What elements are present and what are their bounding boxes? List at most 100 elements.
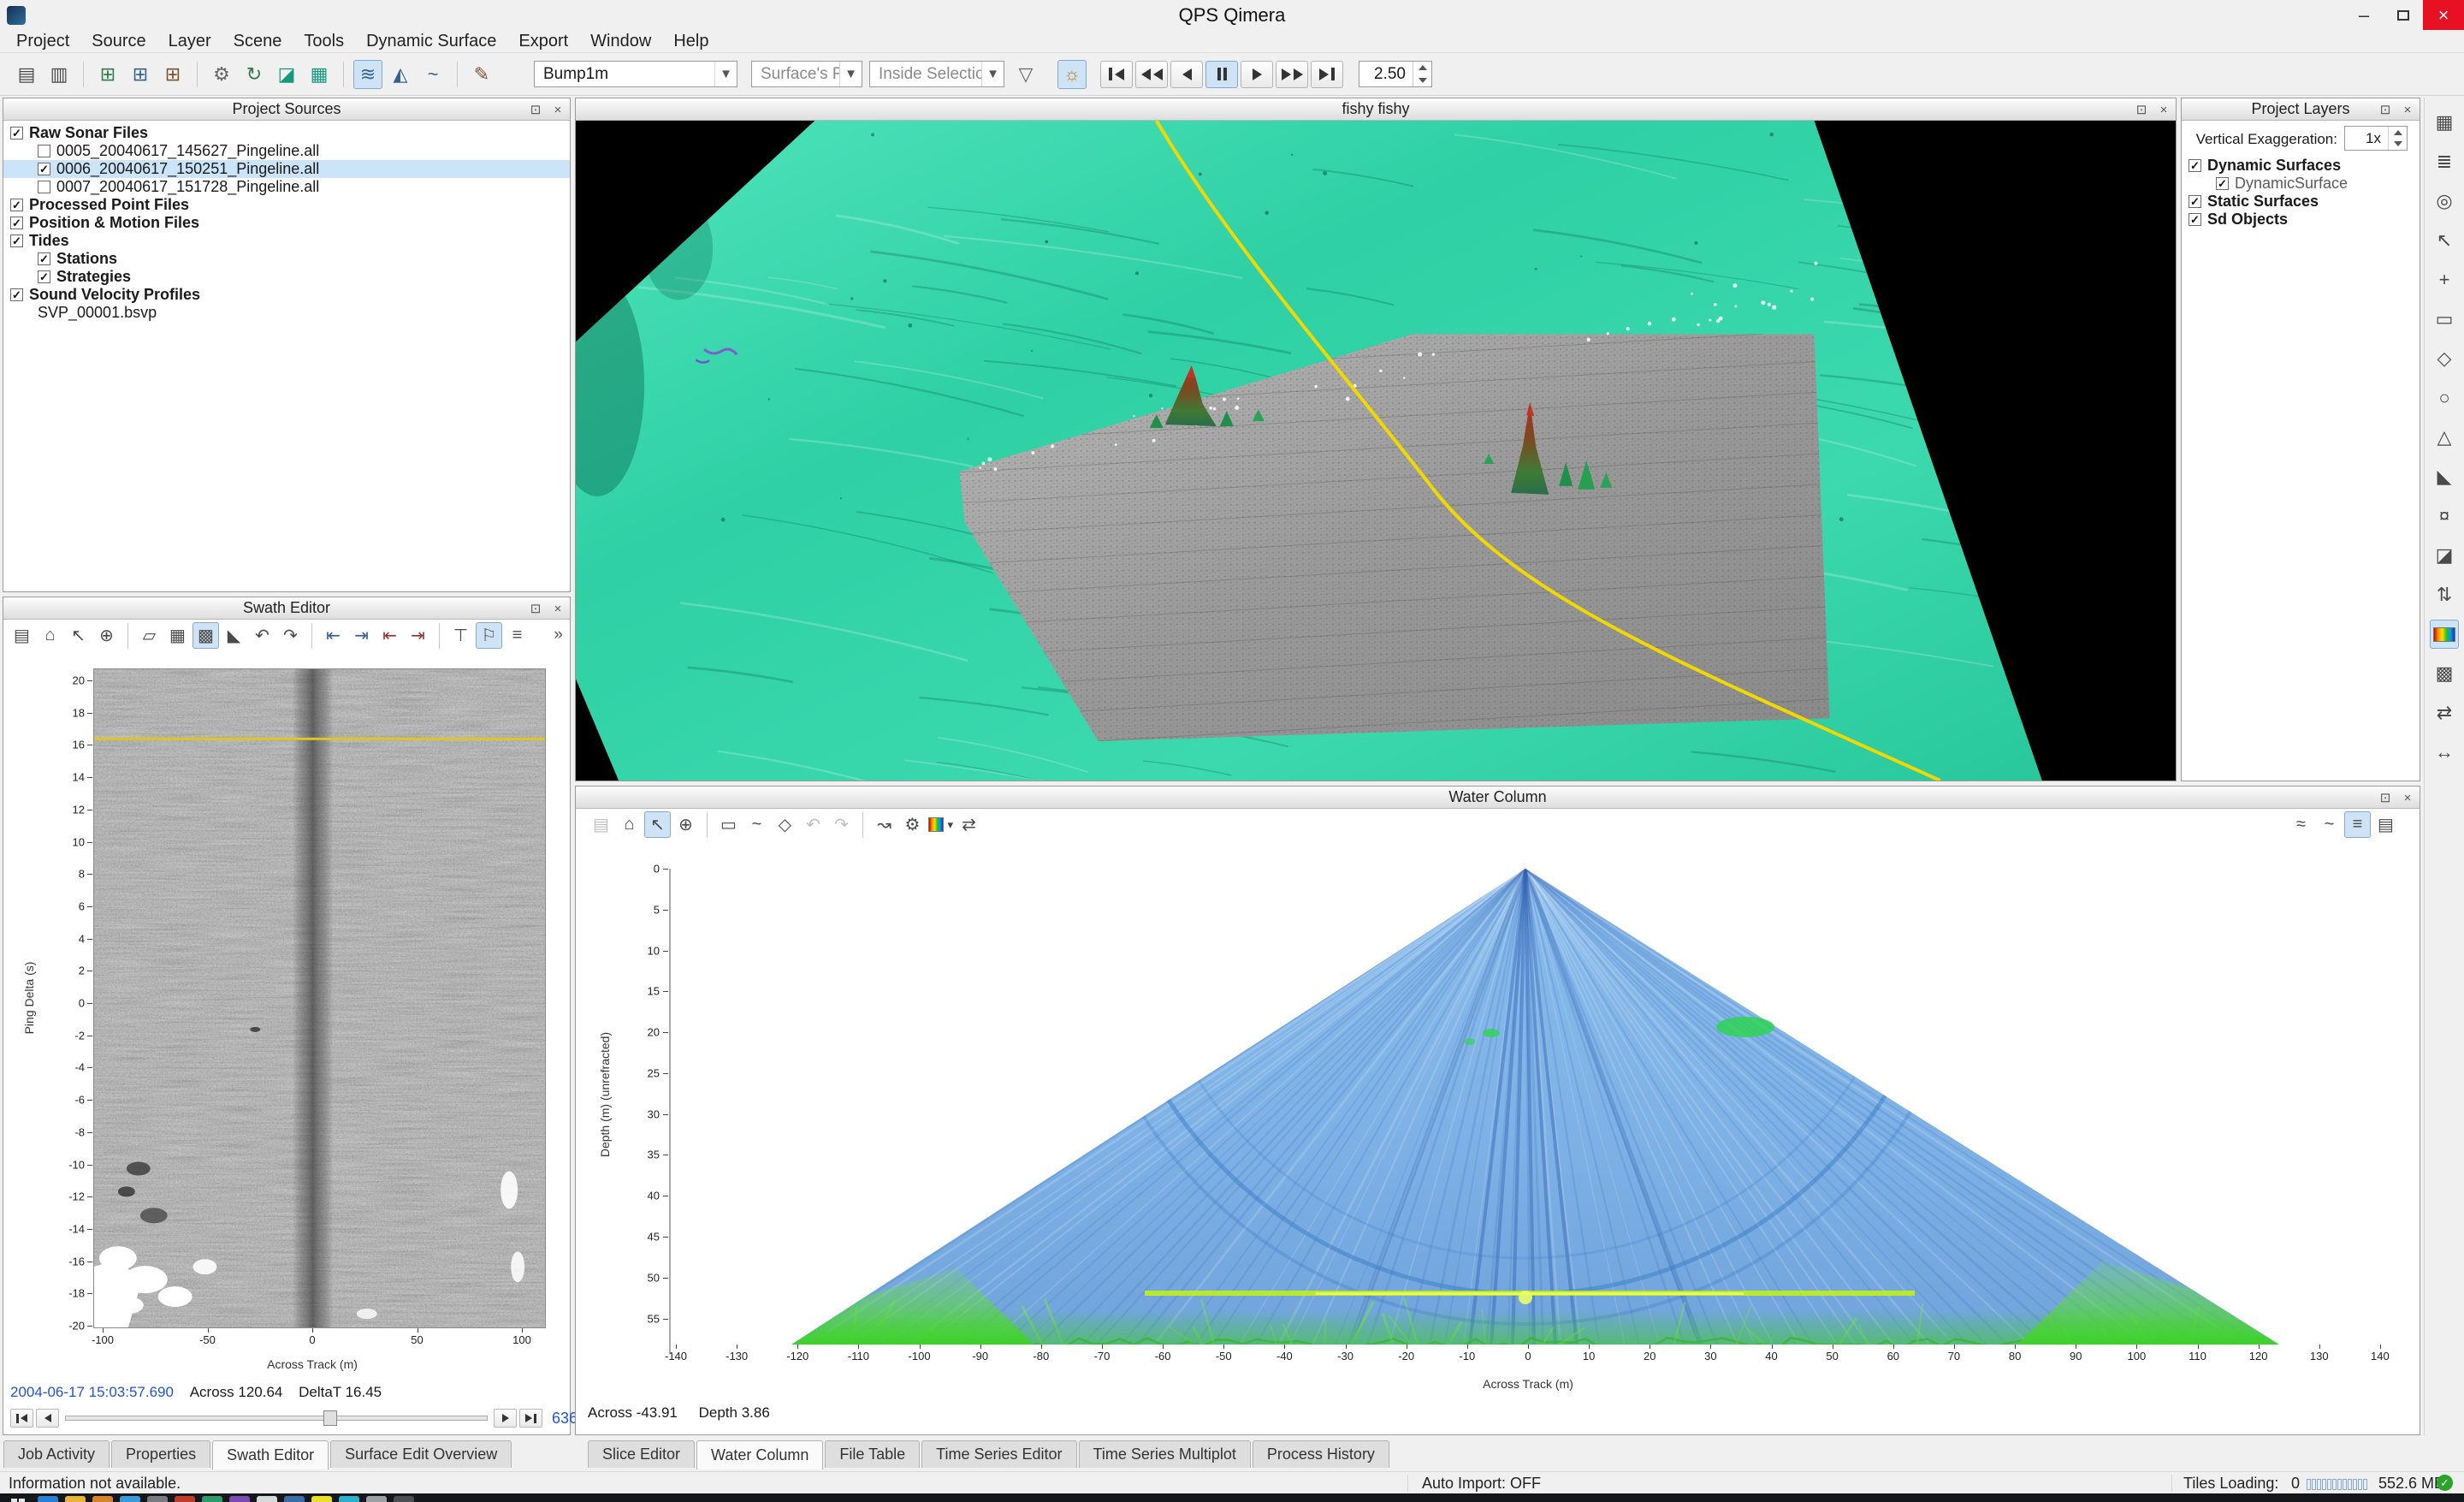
erase-icon[interactable]: ▱ xyxy=(136,622,163,649)
menu-item-window[interactable]: Window xyxy=(579,30,662,53)
selection-mode-combo[interactable]: Inside Selection ▼ xyxy=(869,61,1004,87)
taskbar-app-11[interactable] xyxy=(311,1496,332,1502)
tab-water-column[interactable]: Water Column xyxy=(696,1440,823,1469)
undo-icon[interactable]: ↶ xyxy=(249,622,275,649)
spin-up-button[interactable] xyxy=(2389,127,2407,139)
tree-item-0005-20040617-145627-pingeline-all[interactable]: 0005_20040617_145627_Pingeline.all xyxy=(3,142,570,160)
zoom-icon[interactable]: ⊕ xyxy=(93,622,120,649)
playback-speed-spinbox[interactable]: 2.50 xyxy=(1359,61,1432,87)
tree-checkbox[interactable]: ✓ xyxy=(2189,213,2201,226)
tree-item-0007-20040617-151728-pingeline-all[interactable]: 0007_20040617_151728_Pingeline.all xyxy=(3,178,570,196)
fast-forward-button[interactable] xyxy=(1276,61,1308,88)
redo-icon[interactable]: ↷ xyxy=(828,811,855,838)
beam-pick-icon[interactable]: ↝ xyxy=(871,811,897,838)
taskbar-app-5[interactable] xyxy=(147,1496,168,1502)
menu-item-source[interactable]: Source xyxy=(80,30,157,53)
menu-item-project[interactable]: Project xyxy=(5,30,80,53)
taskbar-app-8[interactable] xyxy=(229,1496,250,1502)
spin-up-button[interactable] xyxy=(1413,62,1431,74)
tree-item-position-motion-files[interactable]: ✓Position & Motion Files xyxy=(3,214,570,232)
taskbar-app-13[interactable] xyxy=(366,1496,387,1502)
tree-item-strategies[interactable]: ✓Strategies xyxy=(3,268,570,286)
water-column-fan[interactable] xyxy=(666,865,2387,1365)
float-panel-icon[interactable]: ⊡ xyxy=(527,102,544,117)
pan-view-icon[interactable]: ↔ xyxy=(2430,738,2459,767)
rewind-button[interactable] xyxy=(1135,61,1168,88)
next-ping-button[interactable] xyxy=(494,1409,517,1428)
tree-checkbox[interactable] xyxy=(38,145,50,157)
edit-track-icon[interactable]: ✎ xyxy=(467,60,496,89)
menu-item-help[interactable]: Help xyxy=(662,30,720,53)
profile-toggle-icon[interactable]: ~ xyxy=(418,60,447,89)
tree-checkbox[interactable]: ✓ xyxy=(10,288,23,301)
grid-icon[interactable]: ▦ xyxy=(164,622,191,649)
close-button[interactable]: × xyxy=(2423,0,2464,30)
next-ping-icon[interactable]: ⇥ xyxy=(348,622,375,649)
tree-item-stations[interactable]: ✓Stations xyxy=(3,250,570,268)
play-button[interactable] xyxy=(1241,61,1273,88)
close-panel-icon[interactable]: × xyxy=(2399,103,2416,117)
rect-select-icon[interactable]: ▭ xyxy=(2430,305,2459,334)
grid-surface-icon[interactable]: ▦ xyxy=(305,60,334,89)
spin-down-button[interactable] xyxy=(1413,74,1431,87)
step-back-button[interactable] xyxy=(1170,61,1203,88)
prev-ping-icon[interactable]: ⇤ xyxy=(320,622,346,649)
tree-item-dynamicsurface[interactable]: ✓DynamicSurface xyxy=(2182,175,2420,193)
tab-file-table[interactable]: File Table xyxy=(825,1440,920,1468)
pin-icon[interactable]: ⊤ xyxy=(447,622,474,649)
auto-process-icon[interactable]: ☼ xyxy=(1057,60,1087,89)
grid-table-icon[interactable]: ▦ xyxy=(2430,108,2459,137)
swap-views-icon[interactable]: ⇄ xyxy=(2430,698,2459,727)
close-panel-icon[interactable]: × xyxy=(2399,791,2416,805)
prev-flagged-icon[interactable]: ⇤ xyxy=(376,622,403,649)
tree-item-0006-20040617-150251-pingeline-all[interactable]: ✓0006_20040617_150251_Pingeline.all xyxy=(3,160,570,178)
taskbar-app-9[interactable] xyxy=(257,1496,277,1502)
float-panel-icon[interactable]: ⊡ xyxy=(2377,790,2394,805)
dynamic-surface-icon[interactable]: ◪ xyxy=(272,60,301,89)
stacked-view-icon[interactable]: ≡ xyxy=(2344,811,2371,838)
ellipse-select-icon[interactable]: ○ xyxy=(2430,383,2459,413)
filter-icon[interactable]: ▽ xyxy=(1011,60,1040,89)
first-ping-button[interactable] xyxy=(10,1409,33,1428)
wiggle-view-icon[interactable]: ~ xyxy=(2316,811,2343,838)
tree-checkbox[interactable]: ✓ xyxy=(2189,159,2201,172)
swath-editor-toggle-icon[interactable]: ≋ xyxy=(353,60,382,89)
tree-checkbox[interactable]: ✓ xyxy=(10,235,23,247)
tree-item-raw-sonar-files[interactable]: ✓Raw Sonar Files xyxy=(3,124,570,142)
last-ping-button[interactable] xyxy=(519,1409,542,1428)
tree-checkbox[interactable]: ✓ xyxy=(38,252,50,265)
tree-checkbox[interactable] xyxy=(38,181,50,193)
polygon-select-icon[interactable]: ◇ xyxy=(772,811,798,838)
spin-down-button[interactable] xyxy=(2389,139,2407,151)
next-flagged-icon[interactable]: ⇥ xyxy=(405,622,431,649)
tree-checkbox[interactable]: ✓ xyxy=(10,217,23,229)
tab-time-series-editor[interactable]: Time Series Editor xyxy=(921,1440,1076,1468)
shading-icon[interactable]: ◪ xyxy=(2430,541,2459,570)
tree-checkbox[interactable]: ✓ xyxy=(38,163,50,175)
report-icon[interactable]: ▤ xyxy=(2372,811,2399,838)
menu-item-layer[interactable]: Layer xyxy=(157,30,222,53)
undo-icon[interactable]: ↶ xyxy=(800,811,826,838)
close-panel-icon[interactable]: × xyxy=(549,602,566,616)
polygon-select-icon[interactable]: ◇ xyxy=(2430,344,2459,373)
vertical-exaggeration-spinbox[interactable]: 1x xyxy=(2344,126,2408,151)
water-column-toggle-icon[interactable]: ◭ xyxy=(386,60,415,89)
measure-icon[interactable]: ⇅ xyxy=(2430,580,2459,609)
tree-item-sd-objects[interactable]: ✓Sd Objects xyxy=(2182,211,2420,229)
tree-item-dynamic-surfaces[interactable]: ✓Dynamic Surfaces xyxy=(2182,157,2420,175)
marquee-select-icon[interactable]: ▭ xyxy=(715,811,742,838)
sync-views-icon[interactable]: ⇄ xyxy=(956,811,982,838)
contours-icon[interactable]: ◎ xyxy=(2430,187,2459,216)
open-project-icon[interactable]: ▥ xyxy=(44,60,74,89)
save-icon[interactable]: ▤ xyxy=(9,622,35,649)
tab-surface-edit-overview[interactable]: Surface Edit Overview xyxy=(330,1440,512,1468)
minimize-button[interactable]: – xyxy=(2344,0,2384,30)
tree-checkbox[interactable]: ✓ xyxy=(10,199,23,211)
close-panel-icon[interactable]: × xyxy=(549,103,566,117)
lasso-select-icon[interactable]: ~ xyxy=(743,811,770,838)
pick-icon[interactable]: + xyxy=(2430,265,2459,294)
pointer-icon[interactable]: ↖ xyxy=(644,811,671,838)
float-panel-icon[interactable]: ⊡ xyxy=(2377,102,2394,117)
tree-checkbox[interactable]: ✓ xyxy=(2216,177,2229,190)
surface-combo[interactable]: Bump1m ▼ xyxy=(534,61,737,87)
